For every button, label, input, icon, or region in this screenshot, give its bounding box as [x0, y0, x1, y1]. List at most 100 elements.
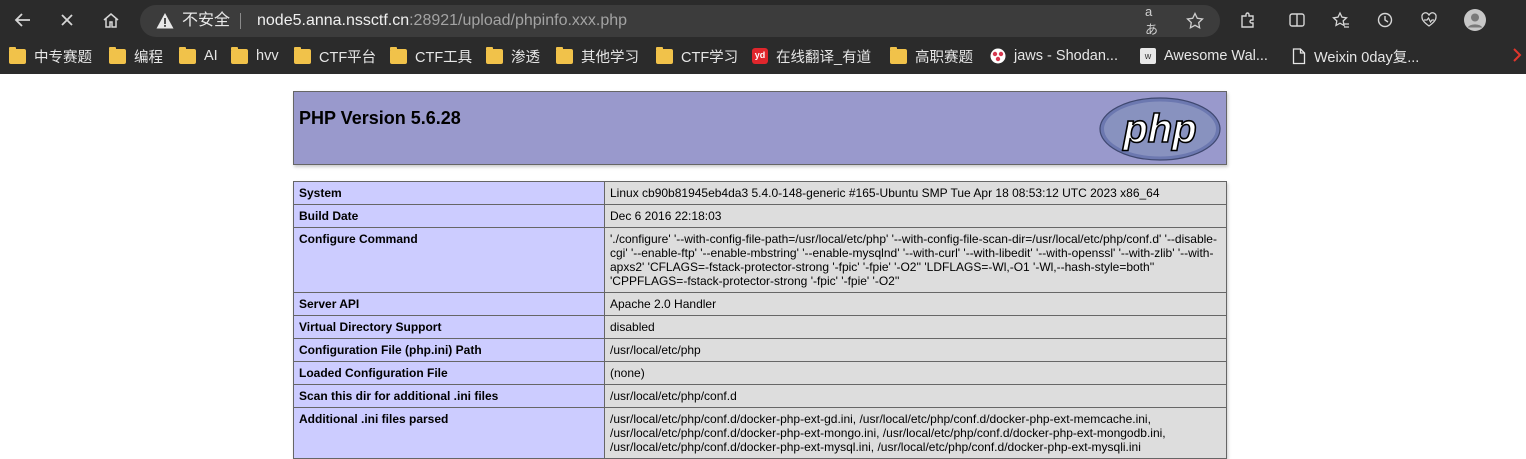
page-title: PHP Version 5.6.28: [299, 108, 461, 128]
bookmark-item[interactable]: yd 在线翻译_有道: [752, 46, 871, 66]
address-bar[interactable]: 不安全 node5.anna.nssctf.cn:28921/upload/ph…: [140, 4, 1220, 37]
bookmark-item[interactable]: Weixin 0day复...: [1292, 46, 1419, 66]
bookmark-item[interactable]: hvv: [231, 46, 279, 66]
close-icon: [59, 12, 75, 28]
folder-icon: [890, 46, 907, 64]
favorite-star-icon[interactable]: [1185, 11, 1205, 31]
bookmark-item[interactable]: AI: [179, 46, 218, 66]
row-value: Dec 6 2016 22:18:03: [604, 204, 1227, 228]
folder-icon: [656, 46, 673, 64]
row-value: Linux cb90b81945eb4da3 5.4.0-148-generic…: [604, 181, 1227, 205]
bookmark-label: 中专赛题: [34, 49, 92, 66]
folder-icon: [486, 46, 503, 64]
bookmark-label: hvv: [256, 48, 279, 64]
bookmark-label: 编程: [134, 49, 163, 66]
row-key: Virtual Directory Support: [293, 315, 605, 339]
browser-toolbar: 不安全 node5.anna.nssctf.cn:28921/upload/ph…: [0, 0, 1526, 40]
awesome-icon: w: [1140, 48, 1156, 64]
bookmark-item[interactable]: 编程: [109, 46, 163, 66]
table-row: Configuration File (php.ini) Path /usr/l…: [293, 338, 1227, 362]
table-row: Configure Command './configure' '--with-…: [293, 227, 1227, 293]
folder-icon: [9, 46, 26, 64]
puzzle-icon: [1239, 11, 1257, 29]
bookmark-label: Awesome Wal...: [1164, 48, 1268, 64]
table-row: Virtual Directory Support disabled: [293, 315, 1227, 339]
row-value: './configure' '--with-config-file-path=/…: [604, 227, 1227, 293]
warning-icon[interactable]: [156, 12, 174, 30]
url-host: node5.anna.nssctf.cn: [257, 12, 410, 29]
bookmark-item[interactable]: w Awesome Wal...: [1140, 46, 1268, 66]
address-separator: [240, 13, 241, 29]
folder-icon: [109, 46, 126, 64]
home-button[interactable]: [97, 6, 125, 34]
row-value: (none): [604, 361, 1227, 385]
table-row: Build Date Dec 6 2016 22:18:03: [293, 204, 1227, 228]
bookmark-item[interactable]: jaws - Shodan...: [990, 46, 1118, 66]
bookmark-label: Weixin 0day复...: [1314, 49, 1420, 66]
table-row: Scan this dir for additional .ini files …: [293, 384, 1227, 408]
bookmark-item[interactable]: CTF工具: [390, 46, 472, 66]
row-key: Configure Command: [293, 227, 605, 293]
phpinfo-table: System Linux cb90b81945eb4da3 5.4.0-148-…: [293, 181, 1227, 459]
row-key: Build Date: [293, 204, 605, 228]
split-screen-icon: [1288, 11, 1306, 29]
bookmarks-overflow-button[interactable]: [1512, 48, 1522, 67]
bookmark-label: CTF工具: [415, 49, 473, 66]
row-key: Loaded Configuration File: [293, 361, 605, 385]
php-logo[interactable]: php: [1099, 97, 1221, 166]
row-value: Apache 2.0 Handler: [604, 292, 1227, 316]
stop-loading-button[interactable]: [53, 6, 81, 34]
page-content: PHP Version 5.6.28 php System Linux cb90…: [0, 74, 1526, 459]
url-text[interactable]: node5.anna.nssctf.cn:28921/upload/phpinf…: [257, 11, 627, 31]
chevron-right-icon: [1512, 48, 1522, 66]
table-row: Loaded Configuration File (none): [293, 361, 1227, 385]
bookmark-item[interactable]: CTF平台: [294, 46, 376, 66]
history-button[interactable]: [1371, 6, 1399, 34]
shodan-icon: [990, 48, 1006, 64]
avatar-icon: [1463, 8, 1487, 32]
back-button[interactable]: [9, 6, 37, 34]
row-key: Configuration File (php.ini) Path: [293, 338, 605, 362]
home-icon: [102, 11, 120, 29]
bookmark-item[interactable]: 渗透: [486, 46, 540, 66]
folder-icon: [556, 46, 573, 64]
row-key: Scan this dir for additional .ini files: [293, 384, 605, 408]
table-row: Server API Apache 2.0 Handler: [293, 292, 1227, 316]
security-label[interactable]: 不安全: [182, 11, 230, 31]
table-row: Additional .ini files parsed /usr/local/…: [293, 407, 1227, 459]
folder-icon: [179, 46, 196, 64]
favorites-list-icon: [1332, 11, 1350, 29]
bookmark-label: AI: [204, 48, 218, 64]
favorites-button[interactable]: [1327, 6, 1355, 34]
table-row: System Linux cb90b81945eb4da3 5.4.0-148-…: [293, 181, 1227, 205]
bookmark-label: 在线翻译_有道: [776, 49, 872, 66]
extensions-button[interactable]: [1234, 6, 1262, 34]
folder-icon: [294, 46, 311, 64]
php-logo-text: php: [1122, 107, 1196, 151]
browser-chrome: 不安全 node5.anna.nssctf.cn:28921/upload/ph…: [0, 0, 1526, 74]
youdao-icon: yd: [752, 48, 768, 64]
bookmark-item[interactable]: 中专赛题: [9, 46, 92, 66]
folder-icon: [390, 46, 407, 64]
bookmark-label: CTF学习: [681, 49, 739, 66]
bookmark-item[interactable]: CTF学习: [656, 46, 738, 66]
bookmark-item[interactable]: 其他学习: [556, 46, 639, 66]
bookmark-label: CTF平台: [319, 49, 377, 66]
url-path: :28921/upload/phpinfo.xxx.php: [409, 12, 628, 29]
read-aloud-icon[interactable]: aあ: [1145, 4, 1165, 37]
page-icon: [1292, 47, 1306, 65]
performance-button[interactable]: [1415, 6, 1443, 34]
bookmark-label: jaws - Shodan...: [1014, 48, 1118, 64]
row-value: /usr/local/etc/php/conf.d/docker-php-ext…: [604, 407, 1227, 459]
folder-icon: [231, 46, 248, 64]
bookmark-item[interactable]: 高职赛题: [890, 46, 973, 66]
row-key: Additional .ini files parsed: [293, 407, 605, 459]
row-value: disabled: [604, 315, 1227, 339]
row-key: System: [293, 181, 605, 205]
heart-pulse-icon: [1420, 11, 1438, 29]
profile-button[interactable]: [1461, 6, 1489, 34]
row-key: Server API: [293, 292, 605, 316]
split-screen-button[interactable]: [1283, 6, 1311, 34]
bookmark-label: 其他学习: [581, 49, 639, 66]
row-value: /usr/local/etc/php: [604, 338, 1227, 362]
